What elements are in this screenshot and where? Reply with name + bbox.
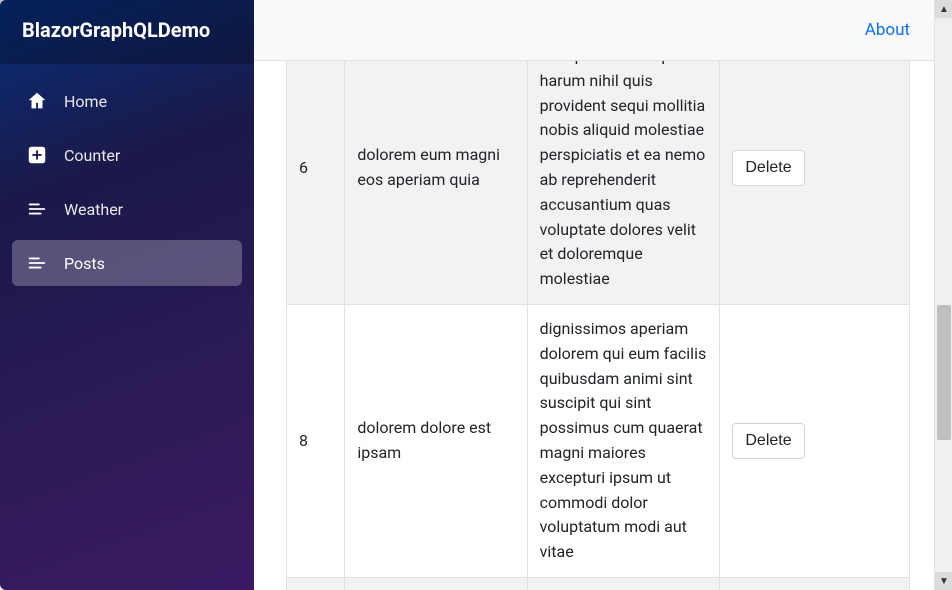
cell-title: [345, 577, 527, 590]
sidebar: BlazorGraphQLDemo Home Counter Weather: [0, 0, 254, 590]
cell-title: dolorem dolore est ipsam: [345, 304, 527, 577]
sidebar-item-label: Home: [64, 92, 107, 111]
cell-body: consectetur animi nesciunt iure dolore: [527, 577, 720, 590]
cell-action: Delete: [720, 61, 910, 304]
delete-button[interactable]: Delete: [732, 150, 804, 186]
cell-id: 8: [287, 304, 345, 577]
list-icon: [26, 252, 48, 274]
topbar: About: [254, 0, 934, 61]
delete-button[interactable]: Delete: [732, 423, 804, 459]
sidebar-item-label: Weather: [64, 200, 123, 219]
plus-square-icon: [26, 144, 48, 166]
table-row: 6 dolorem eum magni eos aperiam quia ut …: [287, 61, 910, 304]
sidebar-item-posts[interactable]: Posts: [12, 240, 242, 286]
sidebar-item-label: Counter: [64, 146, 120, 165]
about-link[interactable]: About: [865, 20, 910, 40]
sidebar-item-home[interactable]: Home: [12, 78, 242, 124]
sidebar-item-label: Posts: [64, 254, 105, 273]
table-row: consectetur animi nesciunt iure dolore: [287, 577, 910, 590]
cell-body: ut aspernatur corporis harum nihil quis …: [527, 61, 720, 304]
cell-title: dolorem eum magni eos aperiam quia: [345, 61, 527, 304]
cell-action: Delete: [720, 304, 910, 577]
cell-id: [287, 577, 345, 590]
main: About 6 dolorem eum magni eos aperiam qu…: [254, 0, 934, 590]
cell-id: 6: [287, 61, 345, 304]
scroll-thumb[interactable]: [937, 305, 951, 440]
table-row: 8 dolorem dolore est ipsam dignissimos a…: [287, 304, 910, 577]
home-icon: [26, 90, 48, 112]
scroll-up-arrow[interactable]: ▲: [935, 0, 952, 18]
sidebar-item-weather[interactable]: Weather: [12, 186, 242, 232]
list-icon: [26, 198, 48, 220]
sidebar-item-counter[interactable]: Counter: [12, 132, 242, 178]
posts-table: 6 dolorem eum magni eos aperiam quia ut …: [286, 61, 910, 590]
cell-body: dignissimos aperiam dolorem qui eum faci…: [527, 304, 720, 577]
nav: Home Counter Weather Posts: [0, 64, 254, 300]
scroll-down-arrow[interactable]: ▼: [935, 572, 952, 590]
content: 6 dolorem eum magni eos aperiam quia ut …: [254, 61, 934, 590]
app-brand: BlazorGraphQLDemo: [0, 0, 254, 64]
cell-action: [720, 577, 910, 590]
vertical-scrollbar[interactable]: ▲ ▼: [934, 0, 952, 590]
